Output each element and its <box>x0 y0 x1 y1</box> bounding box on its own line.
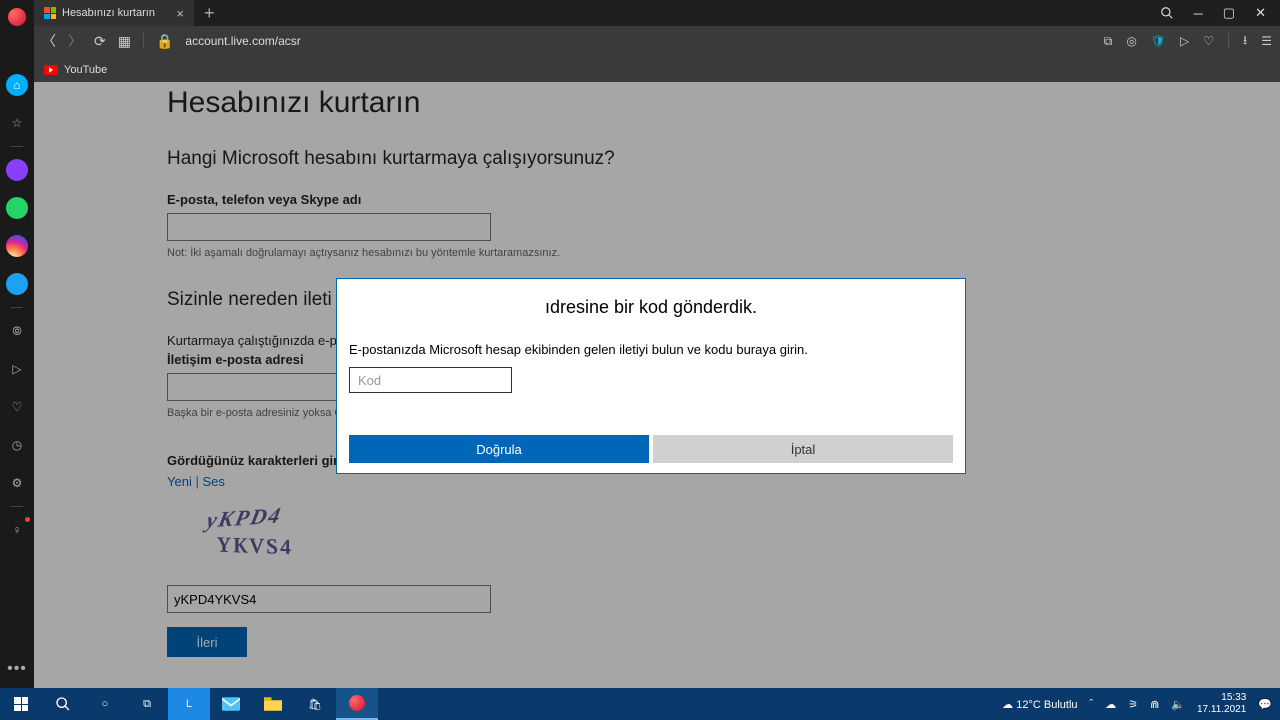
wifi-icon[interactable]: ⋒ <box>1150 698 1159 711</box>
opera-sidebar: ⌂ ☆ ⦾ ▷ ♡ ◷ ⚙ ♀ ••• <box>0 0 34 688</box>
history-icon[interactable]: ◷ <box>6 434 28 456</box>
player-icon[interactable]: ⦾ <box>6 320 28 342</box>
explorer-icon[interactable] <box>252 688 294 720</box>
home-icon[interactable]: ⌂ <box>6 74 28 96</box>
taskbar: ○ ⧉ L 🛍 ☁ 12°C Bulutlu ˆ ☁ ⚞ ⋒ 🔈 15:33 1… <box>0 688 1280 720</box>
taskview-icon[interactable]: ⧉ <box>126 688 168 720</box>
twitter-icon[interactable] <box>6 273 28 295</box>
gear-icon[interactable]: ⚙ <box>6 472 28 494</box>
opera-taskbar-icon[interactable] <box>336 688 378 720</box>
whatsapp-icon[interactable] <box>6 197 28 219</box>
instagram-icon[interactable] <box>6 235 28 257</box>
heart-icon[interactable]: ♡ <box>6 396 28 418</box>
verify-button[interactable]: Doğrula <box>349 435 649 463</box>
tab-close-icon[interactable]: × <box>176 6 184 21</box>
star-icon[interactable]: ☆ <box>6 112 28 134</box>
minimize-window-icon[interactable]: ─ <box>1194 6 1203 21</box>
cortana-icon[interactable]: ○ <box>84 688 126 720</box>
back-icon[interactable]: 〈 <box>42 31 56 51</box>
tabs-icon[interactable]: ▦ <box>118 33 131 50</box>
store-icon[interactable]: 🛍 <box>294 688 336 720</box>
maximize-window-icon[interactable]: ▢ <box>1223 5 1235 21</box>
cancel-button[interactable]: İptal <box>653 435 953 463</box>
tab-strip: Hesabınızı kurtarın × + ─ ▢ ✕ <box>34 0 1280 26</box>
mail-icon[interactable] <box>210 688 252 720</box>
youtube-favicon-icon[interactable] <box>44 65 58 75</box>
close-window-icon[interactable]: ✕ <box>1255 5 1266 21</box>
bulb-icon[interactable]: ♀ <box>6 519 28 541</box>
tab-title: Hesabınızı kurtarın <box>62 7 155 19</box>
forward-icon[interactable]: 〉 <box>68 31 82 51</box>
volume-icon[interactable]: 🔈 <box>1171 698 1185 711</box>
messenger-icon[interactable] <box>6 159 28 181</box>
send-icon[interactable]: ▷ <box>6 358 28 380</box>
search-taskbar-icon[interactable] <box>42 688 84 720</box>
heart-right-icon[interactable]: ♡ <box>1203 34 1214 48</box>
onedrive-icon[interactable]: ☁ <box>1105 698 1116 711</box>
start-button[interactable] <box>0 688 42 720</box>
tab-active[interactable]: Hesabınızı kurtarın × <box>34 0 194 26</box>
send-right-icon[interactable]: ▷ <box>1180 34 1189 48</box>
new-tab-button[interactable]: + <box>194 3 225 24</box>
camera-icon[interactable]: ◎ <box>1126 34 1136 48</box>
modal-title: ıdresine bir kod gönderdik. <box>349 297 953 318</box>
bookmark-youtube[interactable]: YouTube <box>64 64 107 76</box>
taskbar-app-1[interactable]: L <box>168 688 210 720</box>
reload-icon[interactable]: ⟳ <box>94 33 106 50</box>
modal-instruction: E-postanızda Microsoft hesap ekibinden g… <box>349 342 953 357</box>
network-icon[interactable]: ⚞ <box>1128 698 1138 711</box>
notifications-icon[interactable]: 💬 <box>1258 698 1272 711</box>
shield-icon[interactable]: 🛡 <box>1151 34 1166 48</box>
lock-icon[interactable]: 🔒 <box>156 33 173 50</box>
verification-modal: ıdresine bir kod gönderdik. E-postanızda… <box>336 278 966 474</box>
url-text[interactable]: account.live.com/acsr <box>185 34 300 48</box>
menu-icon[interactable]: ☰ <box>1261 34 1272 48</box>
opera-logo-icon[interactable] <box>8 8 26 26</box>
search-icon[interactable] <box>1160 6 1174 20</box>
bookmarks-bar: YouTube <box>34 56 1280 82</box>
code-input[interactable] <box>349 367 512 393</box>
more-icon[interactable]: ••• <box>7 660 27 678</box>
microsoft-favicon-icon <box>44 7 56 19</box>
tray-chevron-icon[interactable]: ˆ <box>1090 698 1094 710</box>
screenshot-icon[interactable]: ⧉ <box>1104 34 1113 49</box>
address-bar: 〈 〉 ⟳ ▦ 🔒 account.live.com/acsr ⧉ ◎ 🛡 ▷ … <box>34 26 1280 56</box>
weather-widget[interactable]: ☁ 12°C Bulutlu <box>1002 698 1077 711</box>
clock[interactable]: 15:33 17.11.2021 <box>1197 692 1246 716</box>
download-icon[interactable]: ⭳ <box>1243 31 1247 52</box>
